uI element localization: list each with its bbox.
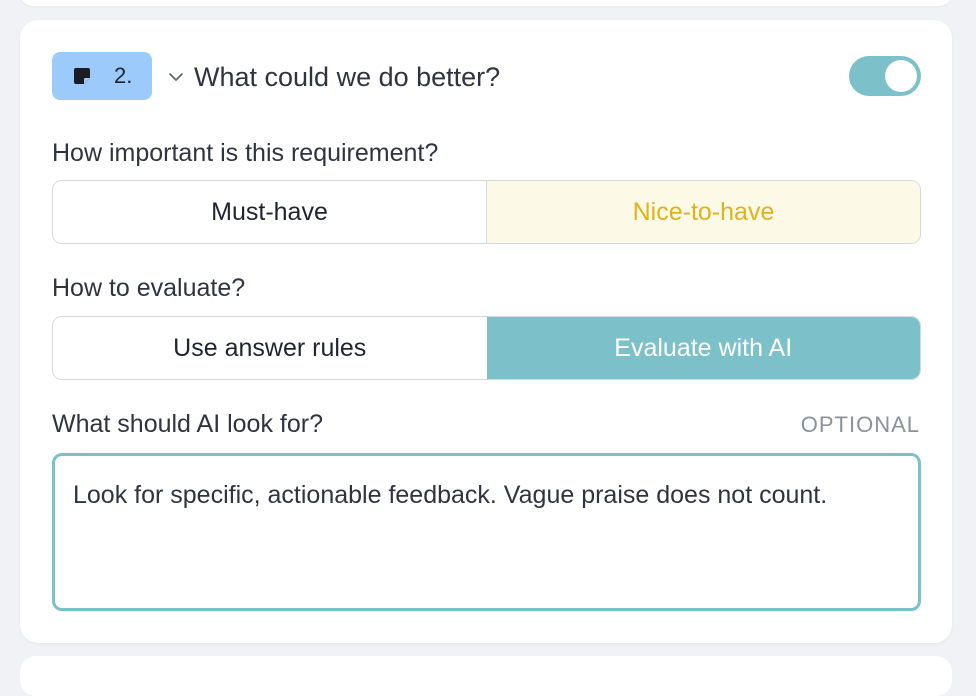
question-card: 2. What could we do better? How importan… [20, 20, 952, 643]
evaluate-with-ai-option[interactable]: Evaluate with AI [486, 317, 920, 379]
chevron-down-icon[interactable] [168, 69, 184, 85]
question-enabled-toggle[interactable] [849, 56, 921, 96]
previous-question-card [20, 0, 952, 6]
evaluation-selector: Use answer rules Evaluate with AI [52, 316, 921, 380]
ai-prompt-label: What should AI look for? [52, 410, 323, 438]
question-number: 2. [114, 63, 133, 88]
sticky-note-icon [74, 68, 90, 84]
ai-prompt-textarea[interactable]: Look for specific, actionable feedback. … [52, 453, 921, 611]
use-answer-rules-option[interactable]: Use answer rules [53, 317, 487, 379]
optional-tag: OPTIONAL [800, 412, 920, 437]
question-title[interactable]: What could we do better? [194, 60, 500, 94]
evaluation-label: How to evaluate? [52, 274, 246, 302]
question-number-badge: 2. [52, 52, 152, 100]
next-question-card [20, 656, 952, 696]
toggle-knob [885, 60, 917, 92]
nice-to-have-option[interactable]: Nice-to-have [486, 181, 920, 243]
must-have-option[interactable]: Must-have [53, 181, 486, 243]
importance-selector: Must-have Nice-to-have [52, 180, 921, 244]
importance-label: How important is this requirement? [52, 139, 439, 167]
